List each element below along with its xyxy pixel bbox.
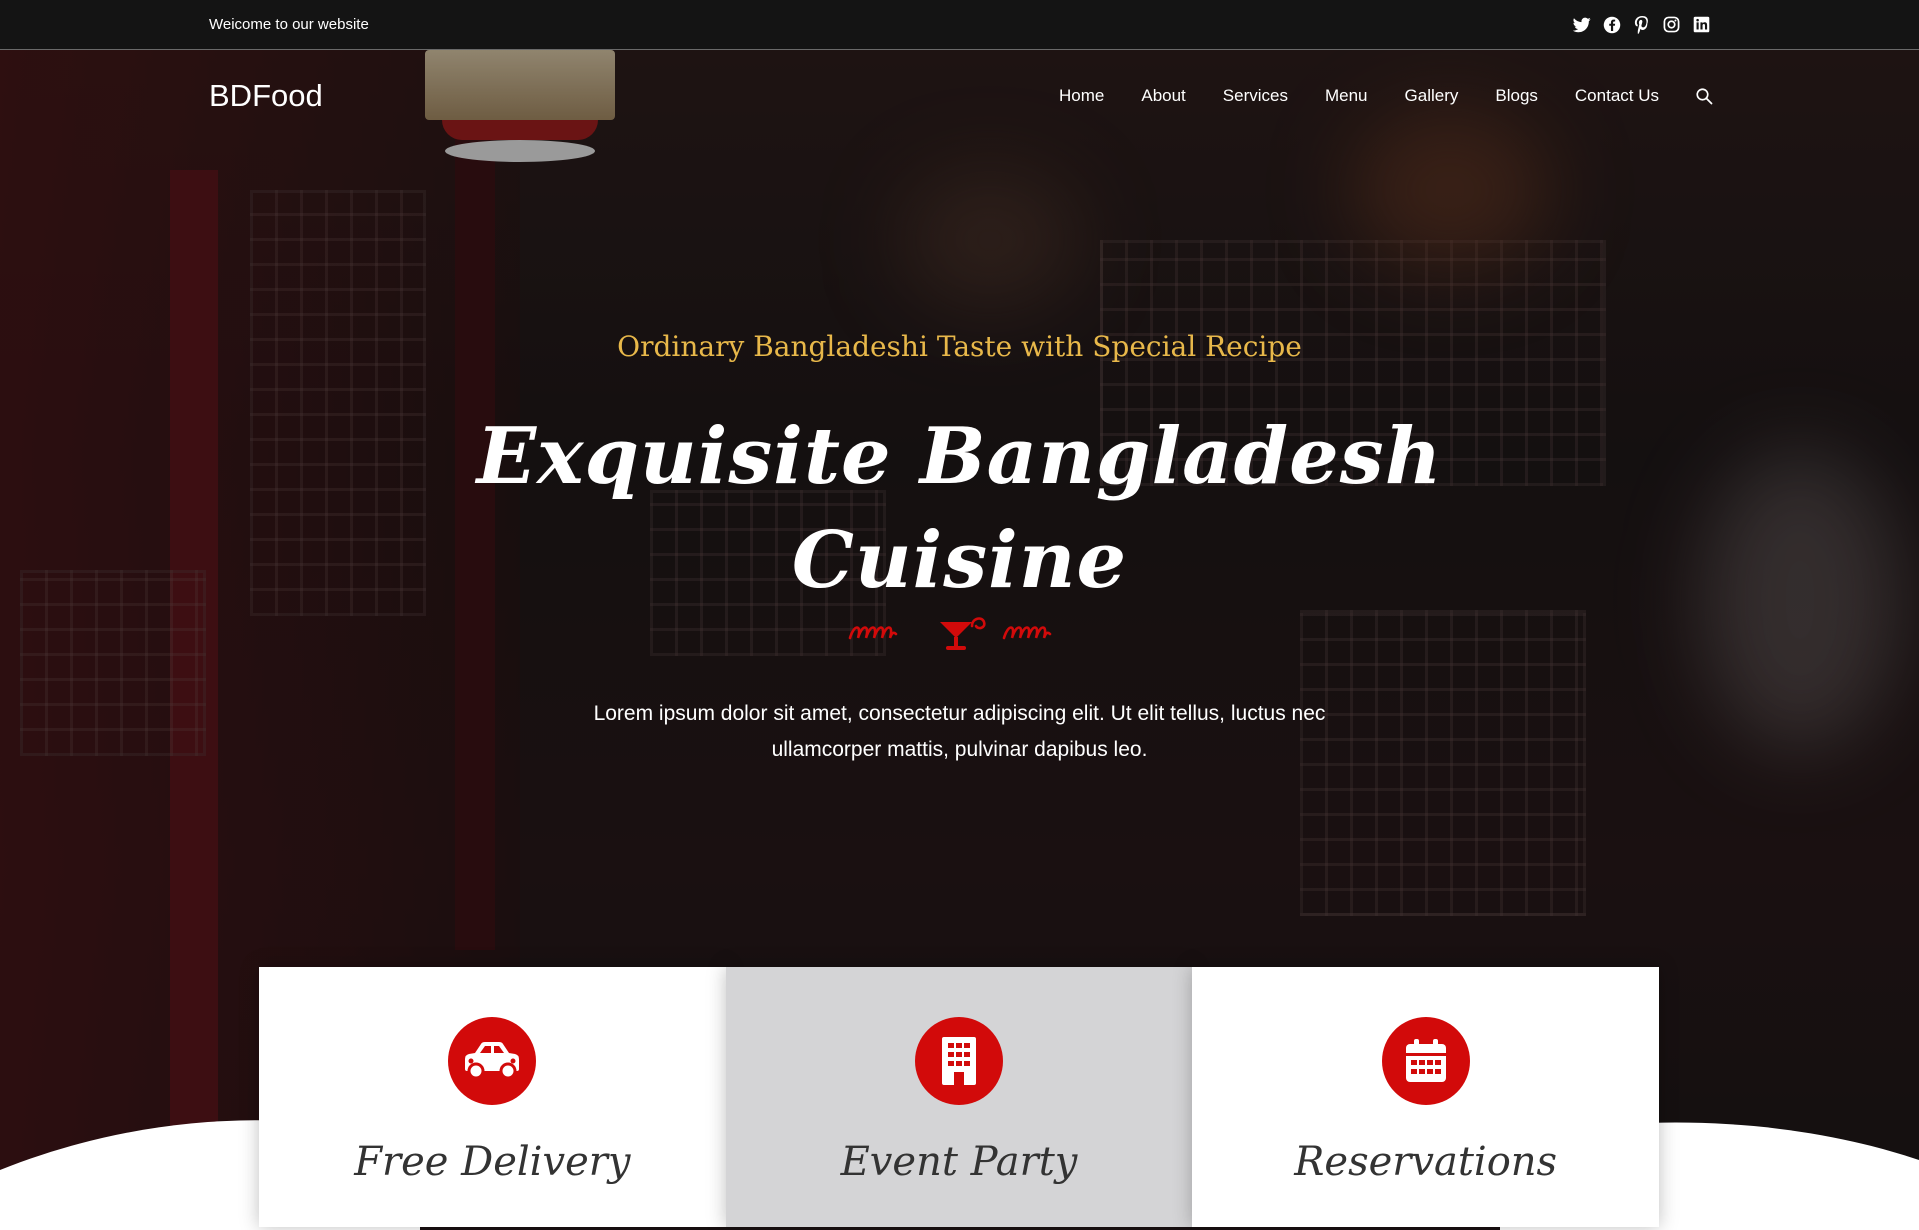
nav-services[interactable]: Services xyxy=(1223,86,1288,106)
feature-card-reservations[interactable]: Reservations xyxy=(1192,967,1660,1227)
twitter-icon[interactable] xyxy=(1572,15,1591,34)
search-icon[interactable] xyxy=(1695,87,1713,105)
feature-card-event-party[interactable]: Event Party xyxy=(725,967,1193,1227)
nav-gallery[interactable]: Gallery xyxy=(1405,86,1459,106)
social-links xyxy=(1572,15,1711,34)
hero-description-line1: Lorem ipsum dolor sit amet, consectetur … xyxy=(593,702,1326,725)
nav-contact-us[interactable]: Contact Us xyxy=(1575,86,1659,106)
hero-subtitle: Ordinary Bangladeshi Taste with Special … xyxy=(617,330,1302,363)
linkedin-icon[interactable] xyxy=(1692,15,1711,34)
calendar-icon xyxy=(1381,1017,1470,1105)
hero-title-line1: Exquisite Bangladesh xyxy=(476,411,1443,502)
feature-cards: Free Delivery Event Party Reservations xyxy=(259,967,1660,1227)
instagram-icon[interactable] xyxy=(1662,15,1681,34)
feature-label: Event Party xyxy=(840,1139,1078,1185)
hero-title-line2: Cuisine xyxy=(791,515,1128,606)
top-bar: Weicome to our website xyxy=(0,0,1919,50)
facebook-icon[interactable] xyxy=(1602,15,1621,34)
building-icon xyxy=(915,1017,1003,1105)
feature-label: Free Delivery xyxy=(354,1139,631,1185)
hero-title: Exquisite Bangladesh Cuisine xyxy=(0,405,1919,613)
feature-label: Reservations xyxy=(1294,1139,1558,1185)
nav-about[interactable]: About xyxy=(1141,86,1185,106)
feature-card-free-delivery[interactable]: Free Delivery xyxy=(259,967,726,1227)
hero-description: Lorem ipsum dolor sit amet, consectetur … xyxy=(0,696,1919,768)
nav-home[interactable]: Home xyxy=(1059,86,1104,106)
hero-description-line2: ullamcorper mattis, pulvinar dapibus leo… xyxy=(771,738,1148,761)
pinterest-icon[interactable] xyxy=(1632,15,1651,34)
site-logo[interactable]: BDFood xyxy=(209,78,323,114)
welcome-text: Weicome to our website xyxy=(209,16,369,33)
nav-menu[interactable]: Menu xyxy=(1325,86,1368,106)
cocktail-ornament-icon xyxy=(848,617,1052,650)
main-navigation: Home About Services Menu Gallery Blogs C… xyxy=(1022,86,1713,106)
car-icon xyxy=(448,1017,537,1105)
nav-blogs[interactable]: Blogs xyxy=(1495,86,1538,106)
